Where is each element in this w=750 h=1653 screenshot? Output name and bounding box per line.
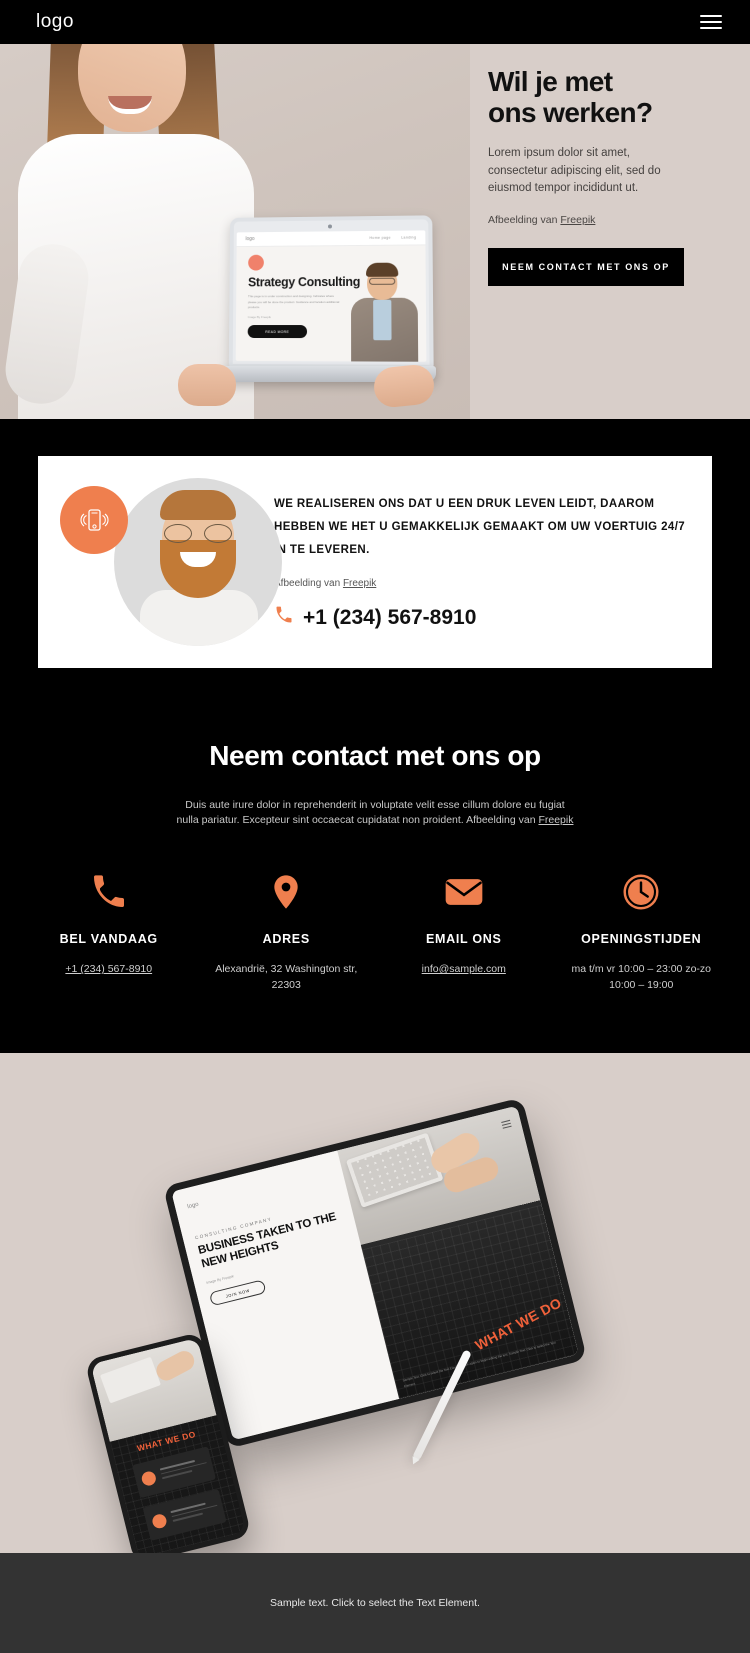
testimonial-card: WE REALISEREN ONS DAT U EEN DRUK LEVEN L… (38, 456, 712, 668)
hamburger-icon[interactable] (700, 11, 722, 33)
testimonial-credit-prefix: Afbeelding van (274, 578, 343, 589)
envelope-icon (385, 870, 543, 914)
contact-column-text: ma t/m vr 10:00 – 23:00 zo-zo 10:00 – 19… (563, 962, 721, 992)
contact-column-title: EMAIL ONS (425, 932, 502, 947)
contact-phone-link[interactable]: +1 (234) 567-8910 (65, 963, 152, 975)
contact-column-text: +1 (234) 567-8910 (30, 962, 188, 977)
man-shirt (373, 299, 392, 341)
contact-credit-prefix: Afbeelding van (466, 814, 539, 827)
avatar-shirt (140, 590, 258, 646)
laptop-lid: logo Home page Landing Strategy Consulti… (228, 215, 434, 369)
hero-cta-button[interactable]: NEEM CONTACT MET ONS OP (488, 248, 684, 287)
placeholder-lines (170, 1499, 224, 1525)
hero-title: Wil je met ons werken? (488, 66, 653, 129)
man-glasses (369, 277, 396, 285)
testimonial-phone-link[interactable]: +1 (234) 567-8910 (274, 605, 686, 631)
laptop-nav-link: Home page (369, 235, 391, 240)
hero-credit-prefix: Afbeelding van (488, 214, 561, 227)
testimonial-credit: Afbeelding van Freepik (274, 578, 686, 589)
tablet-mockup: logo CONSULTING COMPANY BUSINESS TAKEN T… (162, 1097, 588, 1449)
devices-mockup-section: logo CONSULTING COMPANY BUSINESS TAKEN T… (0, 1052, 750, 1553)
testimonial-section: WE REALISEREN ONS DAT U EEN DRUK LEVEN L… (0, 419, 750, 668)
footer-text: Sample text. Click to select the Text El… (270, 1596, 480, 1609)
contact-column-text: Alexandrië, 32 Washington str, 22303 (208, 962, 366, 992)
testimonial-avatar-group (60, 478, 282, 646)
contact-column-title: OPENINGSTIJDEN (581, 932, 702, 947)
laptop-screen-nav: logo Home page Landing (236, 230, 426, 248)
laptop-camera-icon (328, 224, 332, 229)
tablet-screen-logo: logo (186, 1201, 200, 1211)
woman-hand-left (178, 364, 236, 406)
avatar-hair (160, 490, 236, 520)
hero-paragraph: Lorem ipsum dolor sit amet, consectetur … (488, 146, 661, 195)
contact-section: Neem contact met ons op Duis aute irure … (0, 668, 750, 1053)
site-footer: Sample text. Click to select the Text El… (0, 1552, 750, 1653)
hero-text-block: Wil je met ons werken? Lorem ipsum dolor… (470, 44, 750, 419)
laptop-screen-button: READ MORE (247, 325, 308, 339)
contact-title: Neem contact met ons op (209, 740, 541, 771)
contact-email-link[interactable]: info@sample.com (422, 963, 506, 975)
location-pin-icon (208, 870, 366, 914)
testimonial-phone-number: +1 (234) 567-8910 (303, 606, 477, 629)
contact-columns: BEL VANDAAG +1 (234) 567-8910 ADRES Alex… (0, 870, 750, 1052)
hamburger-bar (700, 15, 722, 17)
clock-icon (563, 870, 721, 914)
ringing-phone-icon (60, 486, 128, 554)
contact-column-adres: ADRES Alexandrië, 32 Washington str, 223… (198, 870, 376, 992)
site-header: logo (0, 0, 750, 44)
hero-image-credit: Afbeelding van Freepik (488, 214, 720, 226)
keyboard-illustration (99, 1356, 161, 1404)
phone-icon (30, 870, 188, 914)
hero-credit-link[interactable]: Freepik (560, 214, 595, 226)
testimonial-quote: WE REALISEREN ONS DAT U EEN DRUK LEVEN L… (274, 498, 686, 556)
site-logo[interactable]: logo (36, 11, 74, 33)
hero-image-woman-with-laptop: logo Home page Landing Strategy Consulti… (0, 44, 470, 419)
placeholder-lines (159, 1456, 214, 1482)
laptop-screen: logo Home page Landing Strategy Consulti… (235, 230, 427, 362)
orange-circle-icon (140, 1469, 158, 1487)
phone-icon (274, 605, 294, 631)
laptop-screen-logo: logo (245, 236, 255, 243)
laptop-screen-body: Strategy Consulting This page is in unde… (236, 245, 427, 362)
avatar-glasses (164, 524, 232, 543)
contact-column-title: BEL VANDAAG (59, 932, 158, 947)
man-hair (365, 262, 399, 277)
orange-circle-icon (150, 1512, 168, 1530)
tablet-screen-button: JOIN NOW (208, 1279, 267, 1307)
hero-section: logo Home page Landing Strategy Consulti… (0, 44, 750, 419)
contact-column-email-ons: EMAIL ONS info@sample.com (375, 870, 553, 992)
hours-line-1: ma t/m vr 10:00 – 23:00 (571, 963, 683, 976)
orange-circle-decoration (248, 254, 264, 271)
phone-screen-bottom: WHAT WE DO (109, 1415, 246, 1553)
keyboard-illustration (345, 1132, 444, 1208)
laptop-mockup: logo Home page Landing Strategy Consulti… (222, 215, 436, 391)
hamburger-bar (700, 21, 722, 23)
contact-column-bel-vandaag: BEL VANDAAG +1 (234) 567-8910 (20, 870, 198, 992)
laptop-screen-navlinks: Home page Landing (360, 235, 416, 240)
tablet-screen: logo CONSULTING COMPANY BUSINESS TAKEN T… (171, 1105, 579, 1441)
laptop-screen-paragraph: This page is in under construction and d… (247, 293, 340, 310)
contact-column-title: ADRES (262, 932, 310, 947)
avatar (114, 478, 282, 646)
address-line-1: Alexandrië, 32 Washington (215, 963, 341, 976)
hand-illustration (152, 1347, 198, 1384)
contact-credit-link[interactable]: Freepik (538, 814, 573, 826)
laptop-screen-man-photo (347, 257, 422, 362)
contact-subtitle: Duis aute irure dolor in reprehenderit i… (175, 798, 575, 828)
contact-subtitle-line1: Duis aute irure dolor in reprehenderit i… (185, 799, 522, 811)
testimonial-content: WE REALISEREN ONS DAT U EEN DRUK LEVEN L… (260, 493, 686, 631)
hamburger-bar (502, 1125, 512, 1129)
contact-column-text: info@sample.com (385, 962, 543, 977)
laptop-nav-link: Landing (401, 235, 417, 240)
testimonial-credit-link[interactable]: Freepik (343, 578, 376, 589)
contact-column-openingstijden: OPENINGSTIJDEN ma t/m vr 10:00 – 23:00 z… (553, 870, 731, 992)
hamburger-bar (700, 27, 722, 29)
